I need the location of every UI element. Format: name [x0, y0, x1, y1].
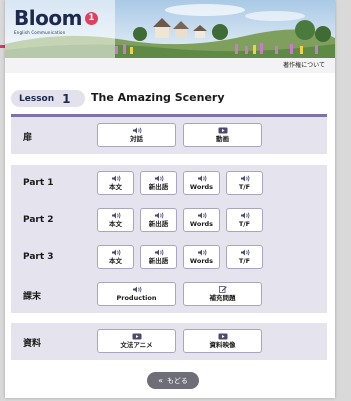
part1-text-label: 本文	[109, 183, 122, 191]
part2-words-button[interactable]: Words	[183, 208, 220, 232]
part2-new-words-button[interactable]: 新出語	[140, 208, 177, 232]
speaker-icon	[132, 127, 141, 134]
production-button-label: Production	[116, 294, 157, 302]
row-shiryo: 資料 文法アニメ 資料映像	[11, 323, 327, 360]
speaker-icon	[197, 249, 206, 256]
part2-tf-button[interactable]: T/F	[226, 208, 263, 232]
part3-new-words-label: 新出語	[148, 257, 169, 265]
part1-new-words-button[interactable]: 新出語	[140, 171, 177, 195]
speaker-icon	[111, 249, 120, 256]
grammar-animation-button[interactable]: 文法アニメ	[97, 329, 176, 353]
lesson-header: Lesson 1 The Amazing Scenery	[5, 87, 335, 113]
speaker-icon	[154, 249, 163, 256]
part3-words-button[interactable]: Words	[183, 245, 220, 269]
row-label-shiryo: 資料	[23, 339, 42, 349]
speaker-icon	[197, 212, 206, 219]
grammar-animation-label: 文法アニメ	[120, 341, 153, 349]
dialogue-button-label: 対話	[130, 135, 143, 143]
copyright-link[interactable]: 著作権について	[283, 60, 325, 69]
bloom-logo: Bloom 1	[14, 7, 98, 29]
row-label-tobira: 扉	[23, 133, 33, 143]
row-tobira: 扉 対話 動画	[11, 117, 327, 154]
part2-text-label: 本文	[109, 220, 122, 228]
part3-text-label: 本文	[109, 257, 122, 265]
row-label-part2: Part 2	[23, 215, 54, 225]
part2-words-label: Words	[189, 220, 214, 228]
row-katsumatsu: 課末 Production 補充問題	[11, 276, 327, 313]
supplementary-questions-label: 補充問題	[209, 294, 236, 302]
part3-text-button[interactable]: 本文	[97, 245, 134, 269]
material-video-button[interactable]: 資料映像	[183, 329, 262, 353]
menu-card: Bloom 1 English Communication 著作権について Le…	[5, 0, 335, 398]
logo-text: Bloom	[14, 6, 82, 30]
row-label-part1: Part 1	[23, 178, 54, 188]
play-icon	[132, 333, 141, 340]
part3-tf-label: T/F	[238, 257, 251, 265]
part2-text-button[interactable]: 本文	[97, 208, 134, 232]
lesson-title: The Amazing Scenery	[91, 91, 225, 104]
part1-new-words-label: 新出語	[148, 183, 169, 191]
part2-tf-label: T/F	[238, 220, 251, 228]
row-part3: Part 3 本文 新出語 Words T/F	[11, 239, 327, 276]
lesson-number: 1	[62, 91, 71, 106]
speaker-icon	[197, 175, 206, 182]
part3-tf-button[interactable]: T/F	[226, 245, 263, 269]
part1-tf-label: T/F	[238, 183, 251, 191]
lesson-badge: Lesson 1	[11, 90, 85, 107]
part1-text-button[interactable]: 本文	[97, 171, 134, 195]
lesson-label: Lesson	[19, 93, 55, 104]
row-label-part3: Part 3	[23, 252, 54, 262]
part1-tf-button[interactable]: T/F	[226, 171, 263, 195]
page: Bloom 1 English Communication 著作権について Le…	[0, 0, 351, 401]
speaker-icon	[132, 286, 141, 293]
logo-subtitle: English Communication	[14, 30, 66, 35]
logo-badge: 1	[84, 12, 98, 25]
row-label-katsumatsu: 課末	[23, 292, 42, 302]
speaker-icon	[240, 249, 249, 256]
dialogue-button[interactable]: 対話	[97, 123, 176, 147]
play-icon	[218, 333, 227, 340]
part1-words-button[interactable]: Words	[183, 171, 220, 195]
video-button-label: 動画	[216, 135, 229, 143]
row-part2: Part 2 本文 新出語 Words T/F	[11, 202, 327, 239]
supplementary-questions-button[interactable]: 補充問題	[183, 282, 262, 306]
part1-words-label: Words	[189, 183, 214, 191]
speaker-icon	[240, 175, 249, 182]
speaker-icon	[111, 175, 120, 182]
speaker-icon	[154, 175, 163, 182]
speaker-icon	[240, 212, 249, 219]
part3-words-label: Words	[189, 257, 214, 265]
production-button[interactable]: Production	[97, 282, 176, 306]
play-icon	[218, 127, 227, 134]
back-button-label: もどる	[167, 376, 188, 385]
edit-icon	[218, 286, 227, 293]
material-video-label: 資料映像	[209, 341, 236, 349]
part3-new-words-button[interactable]: 新出語	[140, 245, 177, 269]
video-button[interactable]: 動画	[183, 123, 262, 147]
row-part1: Part 1 本文 新出語 Words T/F	[11, 165, 327, 202]
speaker-icon	[154, 212, 163, 219]
double-chevron-left-icon: «	[158, 376, 164, 385]
header-banner: Bloom 1 English Communication	[5, 0, 335, 58]
speaker-icon	[111, 212, 120, 219]
back-button[interactable]: « もどる	[147, 372, 199, 389]
part2-new-words-label: 新出語	[148, 220, 169, 228]
